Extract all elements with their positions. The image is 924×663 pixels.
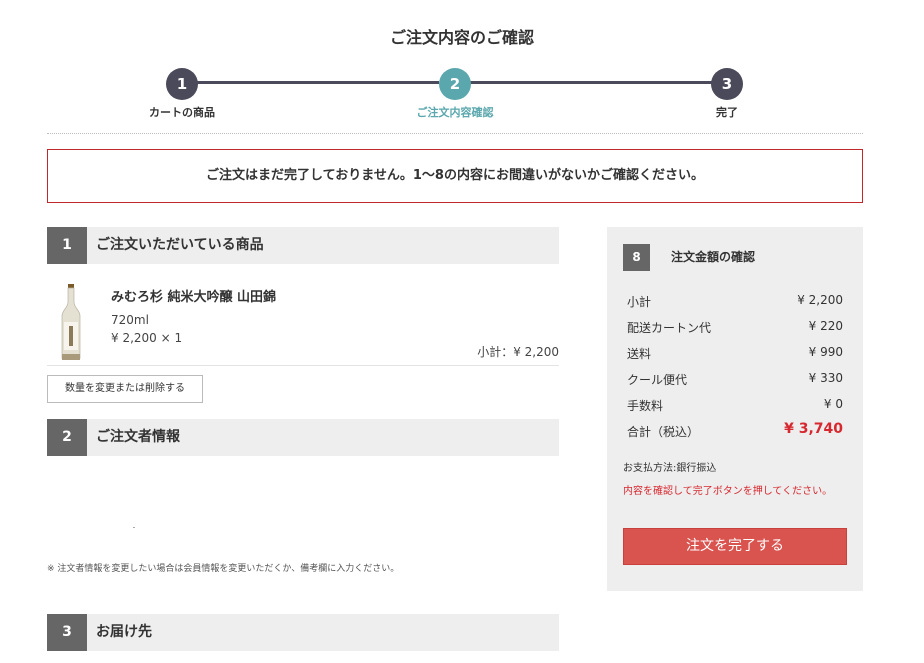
page-title: ご注文内容のご確認	[389, 28, 534, 47]
section-number: 2	[47, 419, 87, 456]
step-connector	[197, 81, 439, 84]
section-title: ご注文いただいている商品	[96, 237, 264, 253]
summary-label: 手数料	[627, 399, 664, 413]
summary-row-subtotal: 小計 ¥ 2,200	[623, 287, 843, 313]
placeholder-mark	[133, 527, 135, 528]
order-notice: ご注文はまだ完了しておりません。1〜8の内容にお間違いがないかご確認ください。	[47, 149, 863, 203]
product-name: みむろ杉 純米大吟醸 山田錦	[111, 290, 277, 305]
product-subtotal: 小計：¥ 2,200	[477, 345, 559, 359]
summary-label: 合計（税込）	[627, 425, 700, 439]
summary-row-fee: 手数料 ¥ 0	[623, 391, 843, 417]
order-summary-panel: 8 注文金額の確認 小計 ¥ 2,200 配送カートン代 ¥ 220 送料 ¥ …	[607, 227, 863, 591]
step-2-label: ご注文内容確認	[416, 106, 494, 119]
section-number: 3	[47, 614, 87, 651]
section-header-delivery: 3 お届け先	[47, 614, 559, 651]
summary-number: 8	[623, 244, 650, 271]
step-2-circle: 2	[439, 68, 471, 100]
summary-value: ¥ 990	[808, 345, 843, 359]
section-title: ご注文者情報	[96, 429, 180, 445]
summary-total-value: ¥ 3,740	[784, 421, 843, 437]
sake-bottle-icon	[61, 284, 81, 360]
summary-row-total: 合計（税込） ¥ 3,740	[623, 417, 843, 443]
summary-value: ¥ 330	[808, 371, 843, 385]
summary-label: クール便代	[627, 373, 688, 387]
step-3-label: 完了	[716, 106, 738, 119]
product-price-quantity: ¥ 2,200 × 1	[111, 331, 183, 345]
summary-title: 注文金額の確認	[671, 250, 756, 264]
section-number: 1	[47, 227, 87, 264]
summary-label: 配送カートン代	[627, 321, 712, 335]
payment-method: お支払方法:銀行振込	[623, 463, 717, 474]
step-1-circle: 1	[166, 68, 198, 100]
summary-label: 小計	[627, 295, 652, 309]
summary-value: ¥ 2,200	[797, 293, 843, 307]
summary-rows: 小計 ¥ 2,200 配送カートン代 ¥ 220 送料 ¥ 990 クール便代 …	[623, 287, 843, 443]
change-quantity-button[interactable]: 数量を変更または削除する	[47, 375, 203, 403]
summary-row-shipping: 送料 ¥ 990	[623, 339, 843, 365]
section-header-products: 1 ご注文いただいている商品	[47, 227, 559, 264]
confirm-instruction: 内容を確認して完了ボタンを押してください。	[623, 486, 833, 497]
orderer-info-note: ※ 注文者情報を変更したい場合は会員情報を変更いただくか、備考欄に入力ください。	[47, 564, 400, 574]
product-item: みむろ杉 純米大吟醸 山田錦 720ml ¥ 2,200 × 1 小計：¥ 2,…	[47, 280, 559, 366]
section-header-orderer: 2 ご注文者情報	[47, 419, 559, 456]
summary-label: 送料	[627, 347, 652, 361]
complete-order-button[interactable]: 注文を完了する	[623, 528, 847, 565]
step-connector	[470, 81, 712, 84]
step-1-label: カートの商品	[149, 106, 215, 119]
product-volume: 720ml	[111, 313, 149, 327]
summary-row-cool: クール便代 ¥ 330	[623, 365, 843, 391]
summary-row-carton: 配送カートン代 ¥ 220	[623, 313, 843, 339]
section-title: お届け先	[96, 624, 152, 640]
summary-value: ¥ 220	[808, 319, 843, 333]
summary-value: ¥ 0	[823, 397, 843, 411]
divider	[47, 133, 863, 134]
progress-stepper: 1 2 3 カートの商品 ご注文内容確認 完了	[0, 68, 924, 124]
step-3-circle: 3	[711, 68, 743, 100]
